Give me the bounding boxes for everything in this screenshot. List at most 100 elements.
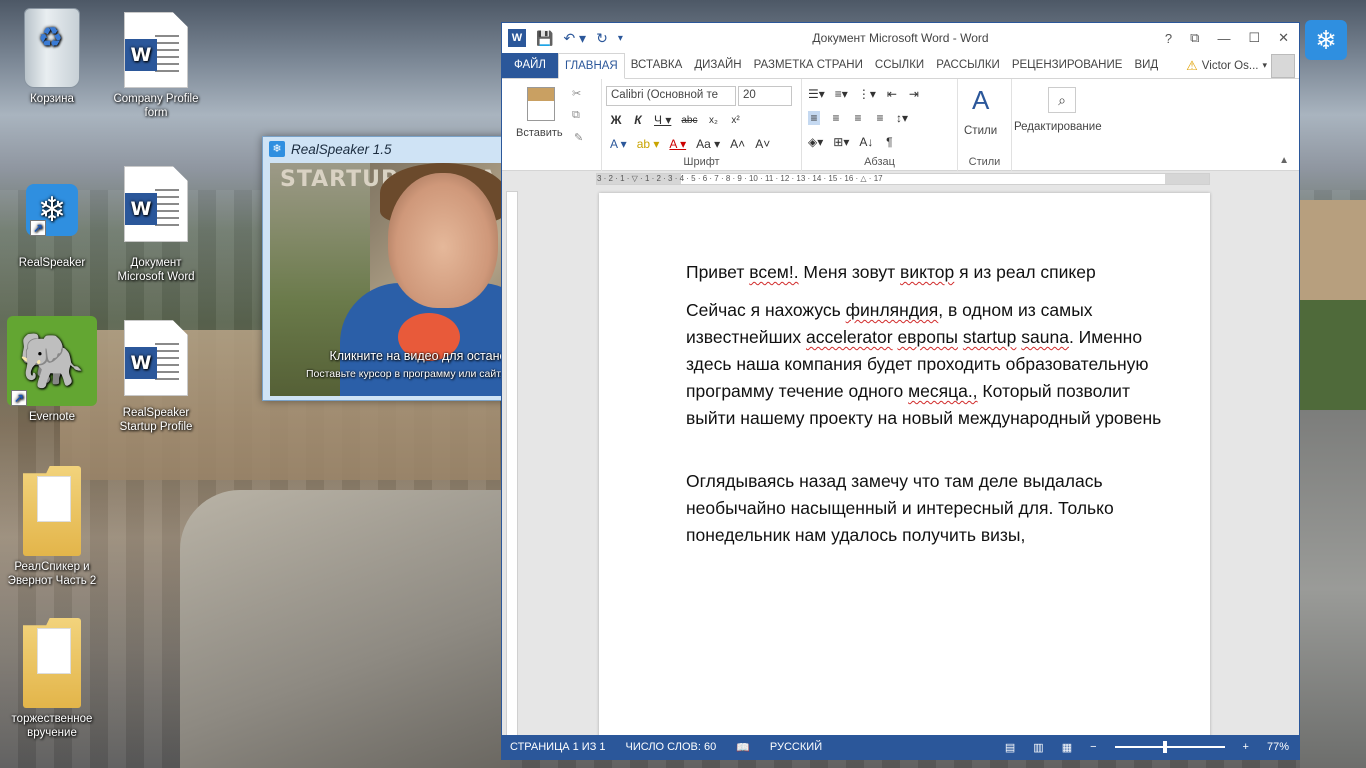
- tab-review[interactable]: РЕЦЕНЗИРОВАНИЕ: [1006, 53, 1129, 78]
- tab-file[interactable]: ФАЙЛ: [502, 53, 558, 78]
- bold-icon[interactable]: Ж: [610, 113, 622, 127]
- tab-page-layout[interactable]: РАЗМЕТКА СТРАНИ: [748, 53, 869, 78]
- paragraph-3[interactable]: Оглядываясь назад замечу что там деле вы…: [686, 468, 1176, 549]
- highlight-color-icon[interactable]: ab ▾: [637, 137, 660, 151]
- borders-icon[interactable]: ⊞▾: [833, 135, 849, 149]
- page-count[interactable]: СТРАНИЦА 1 ИЗ 1: [510, 741, 606, 753]
- proofing-icon[interactable]: 📖: [736, 741, 750, 754]
- word-count[interactable]: ЧИСЛО СЛОВ: 60: [626, 741, 717, 753]
- numbering-icon[interactable]: ≡▾: [835, 87, 848, 101]
- align-right-icon[interactable]: ≡: [852, 111, 864, 125]
- ribbon-display-options-icon[interactable]: ⧉: [1190, 30, 1199, 46]
- undo-icon[interactable]: ↶ ▾: [563, 30, 586, 47]
- avatar[interactable]: [1271, 53, 1295, 78]
- font-color-icon[interactable]: A ▾: [669, 137, 686, 151]
- subscript-icon[interactable]: x₂: [707, 115, 719, 126]
- spelling-error[interactable]: финляндия: [846, 300, 939, 320]
- zoom-level[interactable]: 77%: [1267, 741, 1289, 753]
- desktop-icon-folder-ceremony[interactable]: торжественное вручение: [4, 618, 100, 740]
- paragraph-1[interactable]: Привет всем!. Меня зовут виктор я из реа…: [686, 259, 1176, 286]
- maximize-icon[interactable]: ☐: [1248, 30, 1260, 46]
- zoom-out-icon[interactable]: −: [1090, 741, 1096, 753]
- justify-icon[interactable]: ≡: [874, 111, 886, 125]
- increase-indent-icon[interactable]: ⇥: [908, 87, 920, 101]
- editing-button[interactable]: Редактирование: [1014, 121, 1102, 133]
- redo-icon[interactable]: ↻: [596, 30, 608, 47]
- spelling-error[interactable]: startup: [963, 327, 1017, 347]
- document-area[interactable]: 3 · 2 · 1 · ▽ · 1 · 2 · 3 · 4 · 5 · 6 · …: [502, 171, 1299, 737]
- paste-icon[interactable]: [527, 87, 555, 121]
- spelling-error[interactable]: виктор: [900, 262, 954, 282]
- decrease-indent-icon[interactable]: ⇤: [886, 87, 898, 101]
- tab-insert[interactable]: ВСТАВКА: [625, 53, 689, 78]
- word-window[interactable]: W 💾 ↶ ▾ ↻ ▾ Документ Microsoft Word - Wo…: [501, 22, 1300, 760]
- styles-button[interactable]: Стили: [964, 125, 997, 137]
- save-icon[interactable]: 💾: [536, 30, 553, 47]
- document-page[interactable]: Привет всем!. Меня зовут виктор я из реа…: [599, 193, 1210, 737]
- help-icon[interactable]: ?: [1165, 31, 1172, 46]
- tab-design[interactable]: ДИЗАЙН: [688, 53, 747, 78]
- desktop-icon-evernote[interactable]: 🐘 ↗ Evernote: [4, 316, 100, 424]
- vertical-ruler[interactable]: [506, 191, 518, 737]
- spelling-error[interactable]: всем!.: [749, 262, 798, 282]
- paragraph-2[interactable]: Сейчас я нахожусь финляндия, в одном из …: [686, 297, 1176, 432]
- paste-button[interactable]: Вставить: [516, 127, 563, 139]
- shortcut-arrow-icon: ↗: [30, 220, 46, 236]
- italic-icon[interactable]: К: [632, 113, 644, 127]
- minimize-icon[interactable]: —: [1217, 31, 1230, 46]
- desktop-icon-realspeaker[interactable]: ❄ ↗ RealSpeaker: [4, 184, 100, 270]
- binoculars-icon[interactable]: ⌕: [1048, 87, 1076, 113]
- strikethrough-icon[interactable]: abc: [681, 115, 697, 126]
- line-spacing-icon[interactable]: ↕▾: [896, 111, 908, 125]
- zoom-in-icon[interactable]: +: [1243, 741, 1249, 753]
- read-mode-icon[interactable]: ▤: [1005, 741, 1015, 754]
- multilevel-list-icon[interactable]: ⋮▾: [858, 87, 876, 101]
- format-painter-icon[interactable]: ✎: [574, 131, 583, 144]
- word-titlebar[interactable]: W 💾 ↶ ▾ ↻ ▾ Документ Microsoft Word - Wo…: [502, 23, 1299, 53]
- shading-icon[interactable]: ◈▾: [808, 135, 823, 149]
- wallpaper-square: [180, 490, 510, 768]
- shrink-font-icon[interactable]: A˅: [755, 137, 770, 151]
- print-layout-icon[interactable]: ▥: [1033, 741, 1043, 754]
- collapse-ribbon-icon[interactable]: ▲: [1279, 155, 1289, 166]
- tab-view[interactable]: ВИД: [1128, 53, 1164, 78]
- desktop-icon-word-document[interactable]: W Документ Microsoft Word: [108, 166, 204, 284]
- spelling-error[interactable]: accelerator: [806, 327, 893, 347]
- language-indicator[interactable]: РУССКИЙ: [770, 741, 822, 753]
- sort-icon[interactable]: A↓: [859, 135, 873, 149]
- desktop-icon-recycle-bin[interactable]: Корзина: [4, 8, 100, 106]
- grow-font-icon[interactable]: A˄: [730, 137, 745, 151]
- desktop-icon-realspeaker-startup-profile[interactable]: W RealSpeaker Startup Profile: [108, 320, 204, 434]
- cut-icon[interactable]: ✂: [572, 87, 581, 100]
- zoom-slider[interactable]: [1114, 741, 1225, 753]
- spelling-error[interactable]: европы: [897, 327, 958, 347]
- text-effects-icon[interactable]: A ▾: [610, 137, 627, 151]
- tab-references[interactable]: ССЫЛКИ: [869, 53, 930, 78]
- realspeaker-tray-icon[interactable]: ❄: [1305, 20, 1347, 60]
- bullets-icon[interactable]: ☰▾: [808, 87, 825, 101]
- customize-qat-icon[interactable]: ▾: [618, 33, 623, 44]
- user-account[interactable]: ⚠ Victor Os... ▾: [1186, 53, 1299, 78]
- align-left-icon[interactable]: ≡: [808, 111, 820, 125]
- close-icon[interactable]: ✕: [1278, 30, 1289, 46]
- tab-home[interactable]: ГЛАВНАЯ: [557, 53, 625, 79]
- font-name-field[interactable]: Calibri (Основной те: [606, 86, 736, 106]
- alignment-row: ≡ ≡ ≡ ≡ ↕▾: [808, 111, 908, 125]
- desktop-icon-label: RealSpeaker: [18, 257, 86, 269]
- superscript-icon[interactable]: x²: [729, 115, 741, 126]
- spelling-error[interactable]: sauna: [1021, 327, 1069, 347]
- tab-mailings[interactable]: РАССЫЛКИ: [930, 53, 1006, 78]
- change-case-icon[interactable]: Aa ▾: [696, 137, 720, 151]
- ribbon-tabs: ФАЙЛ ГЛАВНАЯ ВСТАВКА ДИЗАЙН РАЗМЕТКА СТР…: [502, 53, 1299, 79]
- spelling-error[interactable]: месяца.,: [908, 381, 977, 401]
- copy-icon[interactable]: ⧉: [572, 109, 580, 122]
- desktop-icon-folder-realspeaker-evernote[interactable]: РеалСпикер и Эвернот Часть 2: [4, 466, 100, 588]
- horizontal-ruler[interactable]: 3 · 2 · 1 · ▽ · 1 · 2 · 3 · 4 · 5 · 6 · …: [596, 173, 1210, 185]
- desktop-icon-company-profile[interactable]: W Company Profile form: [108, 12, 204, 120]
- align-center-icon[interactable]: ≡: [830, 111, 842, 125]
- web-layout-icon[interactable]: ▦: [1062, 741, 1072, 754]
- font-size-field[interactable]: 20: [738, 86, 792, 106]
- underline-icon[interactable]: Ч ▾: [654, 113, 671, 127]
- styles-icon[interactable]: A: [972, 85, 989, 116]
- show-marks-icon[interactable]: ¶: [883, 135, 895, 149]
